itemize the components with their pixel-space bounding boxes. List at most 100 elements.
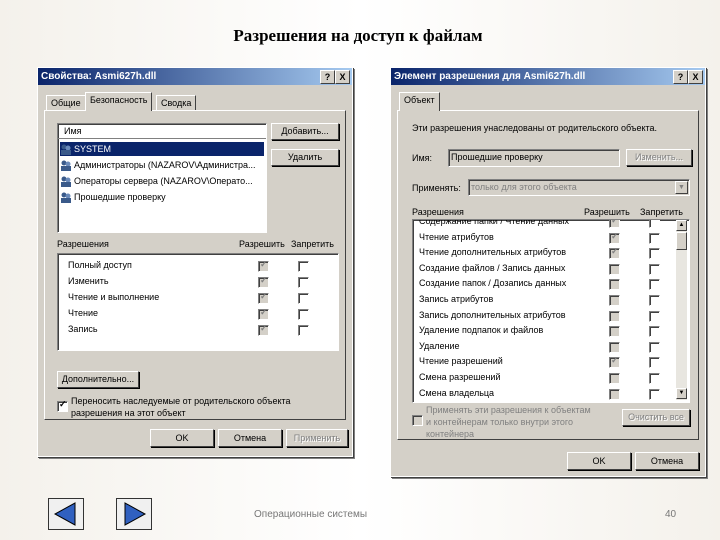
permission-label: Чтение атрибутов bbox=[419, 231, 494, 242]
arrow-left-icon bbox=[53, 502, 76, 526]
next-slide-button[interactable] bbox=[116, 498, 152, 530]
help-button[interactable]: ? bbox=[320, 70, 335, 84]
allow-checkbox[interactable]: ✓ bbox=[258, 323, 269, 336]
allow-checkbox[interactable]: ✓ bbox=[609, 220, 620, 228]
allow-checkbox[interactable] bbox=[609, 388, 620, 400]
permission-label: Смена владельца bbox=[419, 387, 495, 398]
deny-checkbox[interactable] bbox=[649, 232, 660, 244]
allow-checkbox[interactable] bbox=[609, 373, 620, 384]
deny-checkbox[interactable] bbox=[298, 261, 309, 272]
allow-checkbox[interactable]: ✓ bbox=[609, 355, 620, 369]
tab-object[interactable]: Объект bbox=[399, 92, 440, 111]
apply-children-line1: Применять эти разрешения к объектам bbox=[426, 405, 591, 415]
deny-checkbox[interactable] bbox=[298, 277, 309, 288]
close-button[interactable]: X bbox=[688, 70, 703, 84]
allow-checkbox[interactable]: ✓ bbox=[258, 307, 269, 320]
deny-checkbox[interactable] bbox=[649, 326, 660, 338]
allow-checkbox[interactable]: ✓ bbox=[609, 246, 620, 260]
arrow-right-icon bbox=[124, 502, 147, 526]
allow-checkbox[interactable]: ✓ bbox=[609, 231, 620, 244]
deny-checkbox[interactable] bbox=[649, 341, 660, 353]
allow-checkbox[interactable]: ✓ bbox=[258, 275, 269, 288]
deny-checkbox[interactable] bbox=[649, 310, 660, 322]
allow-checkbox[interactable] bbox=[609, 326, 620, 338]
permissions-header: Разрешения bbox=[57, 239, 109, 249]
deny-checkbox[interactable] bbox=[649, 388, 660, 400]
apply-children-line2: и контейнерам только внутри этого bbox=[426, 417, 574, 427]
apply-children-checkbox[interactable] bbox=[412, 415, 423, 426]
permission-label: Удаление bbox=[419, 340, 460, 351]
allow-header: Разрешить bbox=[239, 239, 285, 249]
deny-checkbox[interactable] bbox=[649, 295, 660, 306]
ok-button[interactable]: OK bbox=[567, 452, 631, 470]
user-name: Администраторы (NAZAROV\Администра... bbox=[74, 160, 256, 170]
advanced-button[interactable]: Дополнительно... bbox=[57, 371, 139, 388]
tab-general[interactable]: Общие bbox=[46, 95, 86, 111]
allow-checkbox[interactable] bbox=[609, 295, 620, 306]
permission-label: Чтение дополнительных атрибутов bbox=[419, 247, 567, 258]
permission-label: Удаление подпапок и файлов bbox=[419, 325, 544, 336]
permissions-list: Полный доступ Изменить Чтение и выполнен… bbox=[57, 253, 339, 351]
deny-checkbox[interactable] bbox=[298, 293, 309, 304]
list-item[interactable]: Прошедшие проверку bbox=[60, 190, 166, 204]
properties-dialog: Свойства: Asmi627h.dll ? X Общие Безопас… bbox=[37, 67, 353, 457]
inherit-label-line1: Переносить наследуемые от родительского … bbox=[71, 396, 291, 406]
cancel-button[interactable]: Отмена bbox=[635, 452, 699, 470]
permission-label: Чтение bbox=[68, 308, 99, 318]
prev-slide-button[interactable] bbox=[48, 498, 84, 530]
permission-entry-titlebar: Элемент разрешения для Asmi627h.dll ? X bbox=[391, 68, 705, 85]
permission-entry-title: Элемент разрешения для Asmi627h.dll bbox=[394, 71, 586, 82]
allow-checkbox[interactable] bbox=[609, 279, 620, 291]
cancel-button[interactable]: Отмена bbox=[218, 429, 282, 447]
permissions-header: Разрешения bbox=[412, 207, 464, 217]
help-button[interactable]: ? bbox=[673, 70, 688, 84]
deny-checkbox[interactable] bbox=[649, 220, 660, 228]
permissions-list: Содержание папки / Чтение данных ✓ Чтение … bbox=[412, 219, 690, 403]
add-button[interactable]: Добавить... bbox=[271, 123, 339, 140]
allow-checkbox[interactable] bbox=[609, 310, 620, 322]
scrollbar[interactable]: ▲ ▼ bbox=[676, 220, 687, 400]
user-name: Операторы сервера (NAZAROV\Операто... bbox=[74, 176, 253, 186]
deny-checkbox[interactable] bbox=[649, 248, 660, 260]
allow-header: Разрешить bbox=[584, 207, 630, 217]
ok-button[interactable]: OK bbox=[150, 429, 214, 447]
allow-checkbox[interactable] bbox=[609, 263, 620, 275]
deny-checkbox[interactable] bbox=[298, 325, 309, 336]
security-panel: Имя SYSTEM Администраторы (NAZAROV\Админ… bbox=[44, 110, 346, 420]
deny-checkbox[interactable] bbox=[298, 309, 309, 320]
allow-checkbox[interactable]: ✓ bbox=[258, 291, 269, 304]
deny-checkbox[interactable] bbox=[649, 373, 660, 384]
deny-checkbox[interactable] bbox=[649, 279, 660, 291]
inherit-checkbox[interactable]: ✓ bbox=[57, 399, 68, 412]
user-name: Прошедшие проверку bbox=[74, 192, 166, 202]
close-button[interactable]: X bbox=[335, 70, 350, 84]
permission-label: Чтение разрешений bbox=[419, 356, 503, 367]
scroll-thumb[interactable] bbox=[676, 232, 687, 250]
dropdown-arrow-icon: ▼ bbox=[675, 181, 688, 194]
deny-checkbox[interactable] bbox=[649, 263, 660, 275]
list-item[interactable]: Операторы сервера (NAZAROV\Операто... bbox=[60, 174, 253, 188]
footer-text: Операционные системы bbox=[254, 509, 368, 520]
tab-summary[interactable]: Сводка bbox=[156, 95, 197, 111]
list-item[interactable]: SYSTEM bbox=[60, 142, 264, 156]
permission-label: Смена разрешений bbox=[419, 372, 501, 382]
apply-to-value: только для этого объекта bbox=[471, 182, 577, 192]
allow-checkbox[interactable] bbox=[609, 341, 620, 353]
user-group-icon bbox=[60, 160, 72, 172]
change-button[interactable]: Изменить... bbox=[626, 149, 692, 166]
deny-checkbox[interactable] bbox=[649, 357, 660, 369]
scroll-up-icon[interactable]: ▲ bbox=[676, 220, 687, 231]
clear-all-button[interactable]: Очистить все bbox=[622, 409, 690, 426]
apply-to-select[interactable]: только для этого объекта ▼ bbox=[468, 179, 690, 196]
scroll-down-icon[interactable]: ▼ bbox=[676, 388, 687, 399]
allow-checkbox[interactable]: ✓ bbox=[258, 259, 269, 272]
list-item[interactable]: Администраторы (NAZAROV\Администра... bbox=[60, 158, 256, 172]
name-column-header: Имя bbox=[64, 126, 82, 136]
permission-label: Изменить bbox=[68, 276, 109, 286]
tab-security[interactable]: Безопасность bbox=[85, 92, 153, 111]
user-list[interactable]: Имя SYSTEM Администраторы (NAZAROV\Админ… bbox=[57, 123, 267, 233]
slide-title: Разрешения на доступ к файлам bbox=[233, 26, 483, 45]
remove-button[interactable]: Удалить bbox=[271, 149, 339, 166]
apply-button[interactable]: Применить bbox=[286, 429, 348, 447]
properties-title: Свойства: Asmi627h.dll bbox=[41, 71, 157, 82]
